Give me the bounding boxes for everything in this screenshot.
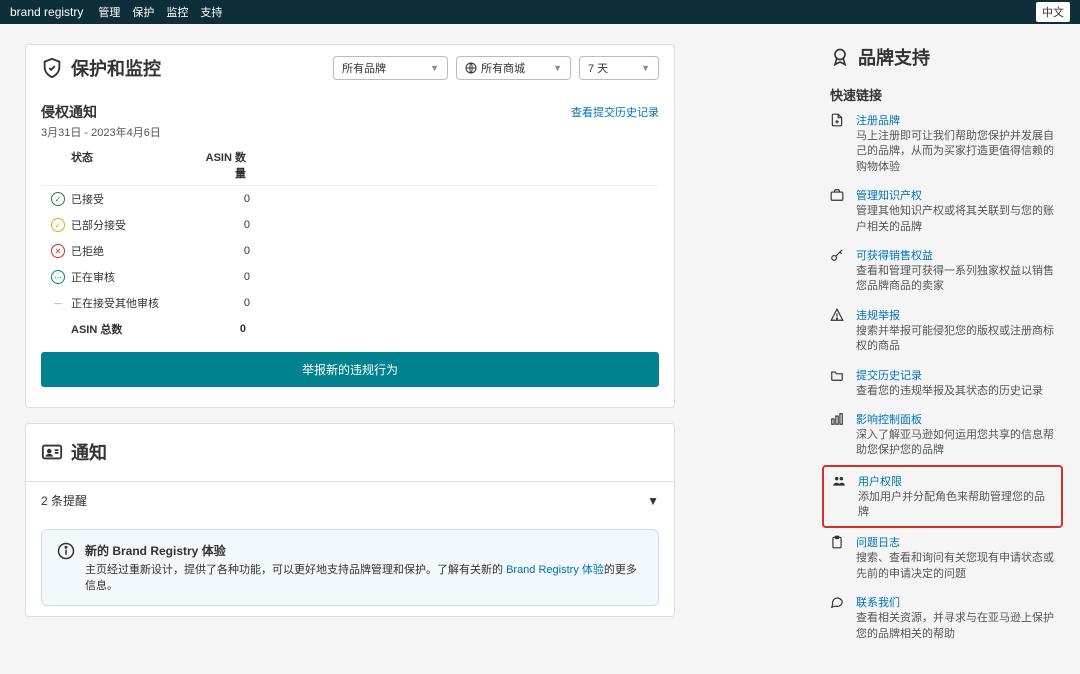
file-plus-icon: [830, 112, 846, 175]
quick-link-desc: 管理其他知识产权或将其关联到与您的账户相关的品牌: [856, 204, 1055, 235]
quick-link-desc: 深入了解亚马逊如何运用您共享的信息帮助您保护您的品牌: [856, 428, 1055, 459]
quick-link-item: 影响控制面板 深入了解亚马逊如何运用您共享的信息帮助您保护您的品牌: [830, 411, 1055, 471]
quick-link-desc: 搜索、查看和询问有关您现有申请状态或先前的申请决定的问题: [856, 551, 1055, 582]
quick-links-title: 快速链接: [830, 85, 1055, 104]
status-label: 已部分接受: [71, 217, 205, 233]
notifications-title: 通知: [71, 439, 107, 465]
chevron-down-icon: ▼: [641, 63, 650, 73]
top-menu: 管理 保护 监控 支持: [98, 4, 222, 20]
language-selector[interactable]: 中文: [1036, 2, 1070, 22]
chevron-down-icon: ▼: [553, 63, 562, 73]
protection-title: 保护和监控: [71, 55, 161, 81]
brand-filter[interactable]: 所有品牌 ▼: [333, 56, 448, 80]
status-count: 0: [205, 297, 250, 309]
banner-link[interactable]: Brand Registry 体验: [506, 564, 604, 576]
brand-support-panel: 品牌支持 快速链接 注册品牌 马上注册即可让我们帮助您保护并发展自己的品牌，从而…: [830, 44, 1055, 654]
quick-link-item: 管理知识产权 管理其他知识产权或将其关联到与您的账户相关的品牌: [830, 187, 1055, 247]
nav-manage[interactable]: 管理: [98, 4, 120, 20]
history-link[interactable]: 查看提交历史记录: [571, 104, 659, 120]
table-row: ✕ 已拒绝 0: [41, 238, 659, 264]
banner-title: 新的 Brand Registry 体验: [85, 542, 643, 559]
table-row: ✓ 已部分接受 0: [41, 212, 659, 238]
tips-toggle[interactable]: 2 条提醒 ▼: [26, 481, 674, 519]
quick-link-desc: 搜索并举报可能侵犯您的版权或注册商标权的商品: [856, 324, 1055, 355]
clipboard-icon: [830, 534, 846, 582]
tips-count: 2 条提醒: [41, 492, 87, 509]
protection-card: 保护和监控 所有品牌 ▼ 所有商城 ▼ 7 天 ▼: [25, 44, 675, 408]
brand-logo: brand registry: [10, 5, 83, 19]
status-count: 0: [205, 193, 250, 205]
quick-link-title[interactable]: 管理知识产权: [856, 187, 1055, 203]
status-icon: ⋯: [51, 270, 65, 284]
info-banner: 新的 Brand Registry 体验 主页经过重新设计，提供了各种功能，可以…: [41, 529, 659, 606]
status-icon: ✕: [51, 244, 65, 258]
quick-link-item: 联系我们 查看相关资源，并寻求与在亚马逊上保护您的品牌相关的帮助: [830, 594, 1055, 654]
quick-link-title[interactable]: 问题日志: [856, 534, 1055, 550]
chevron-down-icon: ▼: [647, 494, 659, 508]
nav-support[interactable]: 支持: [200, 4, 222, 20]
status-icon: —: [51, 296, 65, 310]
notifications-card: 通知 2 条提醒 ▼ 新的 Brand Registry 体验 主页经过重新设计…: [25, 423, 675, 617]
chevron-down-icon: ▼: [430, 63, 439, 73]
banner-desc: 主页经过重新设计，提供了各种功能，可以更好地支持品牌管理和保护。了解有关新的 B…: [85, 561, 643, 593]
quick-link-desc: 查看您的违规举报及其状态的历史记录: [856, 384, 1043, 399]
status-label: 已接受: [71, 191, 205, 207]
quick-link-item: 注册品牌 马上注册即可让我们帮助您保护并发展自己的品牌，从而为买家打造更值得信赖…: [830, 112, 1055, 187]
status-label: 已拒绝: [71, 243, 205, 259]
quick-link-item: 可获得销售权益 查看和管理可获得一系列独家权益以销售您品牌商品的卖家: [830, 247, 1055, 307]
award-icon: [830, 47, 850, 67]
table-header: 状态 ASIN 数量: [41, 145, 659, 186]
quick-link-item: 提交历史记录 查看您的违规举报及其状态的历史记录: [830, 367, 1055, 411]
date-range: 3月31日 - 2023年4月6日: [41, 124, 659, 140]
folder-icon: [830, 367, 846, 399]
side-title: 品牌支持: [858, 44, 930, 70]
quick-link-desc: 添加用户并分配角色来帮助管理您的品牌: [858, 490, 1053, 521]
table-row-total: ASIN 总数 0: [71, 316, 659, 342]
status-icon: ✓: [51, 218, 65, 232]
table-row: — 正在接受其他审核 0: [41, 290, 659, 316]
quick-link-item: 违规举报 搜索并举报可能侵犯您的版权或注册商标权的商品: [830, 307, 1055, 367]
id-card-icon: [41, 441, 63, 463]
top-nav: brand registry 管理 保护 监控 支持 中文: [0, 0, 1080, 24]
quick-link-item: 问题日志 搜索、查看和询问有关您现有申请状态或先前的申请决定的问题: [830, 534, 1055, 594]
quick-link-title[interactable]: 注册品牌: [856, 112, 1055, 128]
quick-link-title[interactable]: 影响控制面板: [856, 411, 1055, 427]
users-icon: [832, 473, 848, 521]
quick-link-desc: 查看相关资源，并寻求与在亚马逊上保护您的品牌相关的帮助: [856, 611, 1055, 642]
marketplace-filter[interactable]: 所有商城 ▼: [456, 56, 571, 80]
table-row: ⋯ 正在审核 0: [41, 264, 659, 290]
status-count: 0: [205, 245, 250, 257]
briefcase-icon: [830, 187, 846, 235]
report-violation-button[interactable]: 举报新的违规行为: [41, 352, 659, 387]
quick-link-desc: 查看和管理可获得一系列独家权益以销售您品牌商品的卖家: [856, 264, 1055, 295]
warning-icon: [830, 307, 846, 355]
status-icon: ✓: [51, 192, 65, 206]
quick-link-title[interactable]: 提交历史记录: [856, 367, 1043, 383]
violations-title: 侵权通知: [41, 102, 97, 122]
chart-icon: [830, 411, 846, 459]
status-count: 0: [205, 219, 250, 231]
quick-link-title[interactable]: 联系我们: [856, 594, 1055, 610]
status-label: 正在接受其他审核: [71, 295, 205, 311]
status-label: 正在审核: [71, 269, 205, 285]
info-icon: [57, 542, 75, 560]
quick-link-title[interactable]: 可获得销售权益: [856, 247, 1055, 263]
quick-link-title[interactable]: 用户权限: [858, 473, 1053, 489]
quick-link-title[interactable]: 违规举报: [856, 307, 1055, 323]
nav-protect[interactable]: 保护: [132, 4, 154, 20]
key-icon: [830, 247, 846, 295]
days-filter[interactable]: 7 天 ▼: [579, 56, 659, 80]
table-row: ✓ 已接受 0: [41, 186, 659, 212]
nav-monitor[interactable]: 监控: [166, 4, 188, 20]
shield-icon: [41, 57, 63, 79]
chat-icon: [830, 594, 846, 642]
status-count: 0: [205, 271, 250, 283]
globe-icon: [465, 62, 477, 74]
quick-link-desc: 马上注册即可让我们帮助您保护并发展自己的品牌，从而为买家打造更值得信赖的购物体验: [856, 129, 1055, 175]
quick-link-item: 用户权限 添加用户并分配角色来帮助管理您的品牌: [822, 465, 1063, 529]
